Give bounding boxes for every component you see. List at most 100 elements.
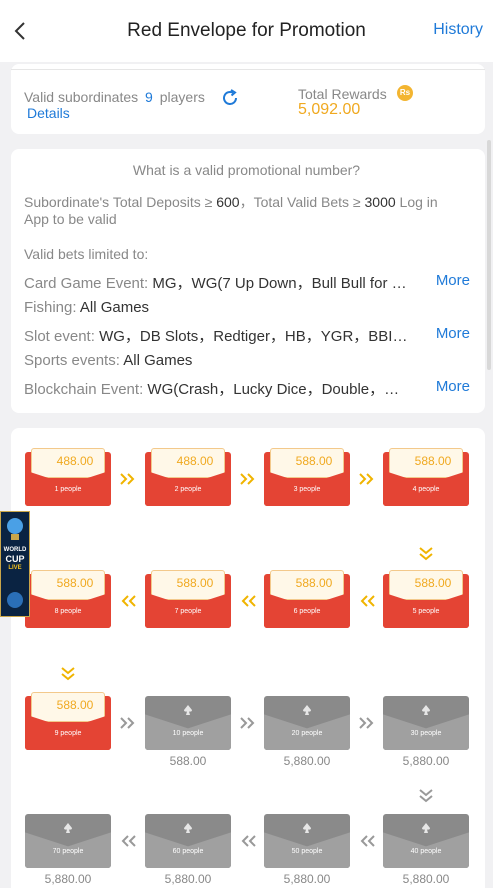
envelope-paper: 588.00 [389,448,463,478]
chevron-left-icon [360,595,375,607]
rule-item-value: WG，DB Slots，Redtiger，HB，YGR，BBI… [99,328,408,345]
refresh-icon[interactable] [220,88,240,108]
bet-value: 3000 [364,194,396,210]
envelope-amount-below: 5,880.00 [164,872,212,886]
envelope-people: 8 people [54,608,82,615]
scrollbar[interactable] [487,140,491,370]
envelope-amount: 588.00 [176,576,214,590]
envelope-paper: 588.00 [31,570,105,600]
envelope-paper: 588.00 [389,570,463,600]
more-link-blockchain[interactable]: More [436,378,470,395]
envelope-people: 9 people [54,730,82,737]
limited-label: Valid bets limited to: [24,246,149,262]
chevron-right-icon [120,717,135,729]
spade-icon [422,705,430,715]
envelope-amount: 488.00 [56,454,94,468]
chevron-right-icon [239,473,254,485]
red-envelope-1[interactable]: 488.00 1 people [25,448,111,506]
chevron-down-icon [419,789,433,803]
envelope-amount-below: 5,880.00 [402,872,450,886]
envelope-people: 6 people [293,608,321,615]
red-envelope-11[interactable]: 20 people [264,696,350,750]
chevron-left-icon [121,835,136,847]
rule-item-value: All Games [123,352,193,369]
envelope-paper: 488.00 [151,448,225,478]
envelope-people: 10 people [172,730,204,737]
red-envelope-9[interactable]: 588.00 9 people [25,692,111,750]
rule-item-value: WG(Crash，Lucky Dice，Double，… [147,381,400,398]
total-rewards-value: 5,092.00 [298,101,361,118]
rule-item-label: Fishing: [24,299,77,316]
rules-text: Subordinate's Total Deposits ≥ 600，Total… [24,194,464,228]
envelope-people: 20 people [291,730,323,737]
envelope-amount-below: 5,880.00 [283,872,331,886]
spade-icon [303,823,311,833]
envelope-paper: 588.00 [270,448,344,478]
red-envelope-14[interactable]: 50 people [264,814,350,868]
red-envelope-13[interactable]: 40 people [383,814,469,868]
envelope-people: 4 people [412,486,440,493]
valid-subordinates: Valid subordinates 9 players [24,89,205,105]
rules-question: What is a valid promotional number? [132,162,361,178]
rule-item-label: Card Game Event: [24,275,149,292]
rule-item-slot: Slot event: WG，DB Slots，Redtiger，HB，YGR，… [24,325,407,346]
rule-item-value: MG，WG(7 Up Down，Bull Bull for … [152,275,407,292]
rule-item-card-game: Card Game Event: MG，WG(7 Up Down，Bull Bu… [24,272,407,293]
red-envelope-3[interactable]: 588.00 3 people [264,448,350,506]
chevron-right-icon [239,717,254,729]
red-envelope-16[interactable]: 70 people [25,814,111,868]
chevron-left-icon [121,595,136,607]
red-envelope-8[interactable]: 588.00 8 people [25,570,111,628]
valid-subordinates-count: 9 [145,89,153,105]
players-label: players [159,89,205,105]
rule-item-label: Slot event: [24,328,95,345]
chevron-left-icon [360,835,375,847]
details-link[interactable]: Details [27,105,70,121]
envelope-paper: 488.00 [31,448,105,478]
envelope-people: 60 people [172,848,204,855]
valid-subordinates-label: Valid subordinates [24,89,139,105]
chevron-left-icon [241,595,256,607]
envelope-paper: 588.00 [270,570,344,600]
rule-item-label: Sports events: [24,352,120,369]
rule-text-b: ，Total Valid Bets ≥ [239,194,365,210]
envelope-amount-below: 5,880.00 [402,754,450,768]
envelope-people: 50 people [291,848,323,855]
red-envelope-2[interactable]: 488.00 2 people [145,448,231,506]
red-envelope-7[interactable]: 588.00 7 people [145,570,231,628]
red-envelope-4[interactable]: 588.00 4 people [383,448,469,506]
more-link-card-game[interactable]: More [436,272,470,289]
red-envelope-5[interactable]: 588.00 5 people [383,570,469,628]
envelope-people: 3 people [293,486,321,493]
red-envelope-10[interactable]: 10 people [145,696,231,750]
envelope-people: 1 people [54,486,82,493]
envelope-amount-below: 588.00 [169,754,207,768]
history-link[interactable]: History [433,21,483,39]
envelope-people: 5 people [412,608,440,615]
back-arrow-icon[interactable] [10,20,32,42]
envelope-amount: 488.00 [176,454,214,468]
envelope-amount-below: 5,880.00 [44,872,92,886]
chevron-right-icon [358,717,373,729]
envelope-amount: 588.00 [56,698,94,712]
rule-item-sports: Sports events: All Games [24,352,192,369]
world-cup-live-banner[interactable]: WORLD CUP LIVE [0,511,30,617]
envelope-amount: 588.00 [414,576,452,590]
red-envelope-15[interactable]: 60 people [145,814,231,868]
total-rewards-label: Total Rewards [298,86,387,102]
top-bar: Red Envelope for Promotion History [0,0,493,62]
envelope-people: 40 people [410,848,442,855]
spade-icon [184,705,192,715]
rule-text-a: Subordinate's Total Deposits ≥ [24,194,217,210]
envelope-amount: 588.00 [295,454,333,468]
envelope-paper: 588.00 [31,692,105,722]
chevron-right-icon [358,473,373,485]
currency-icon: Rs [397,85,413,101]
envelope-people: 30 people [410,730,442,737]
ad-line3: LIVE [8,565,22,571]
envelope-amount-below: 5,880.00 [283,754,331,768]
page-title: Red Envelope for Promotion [127,20,366,41]
more-link-slot[interactable]: More [436,325,470,342]
red-envelope-12[interactable]: 30 people [383,696,469,750]
red-envelope-6[interactable]: 588.00 6 people [264,570,350,628]
